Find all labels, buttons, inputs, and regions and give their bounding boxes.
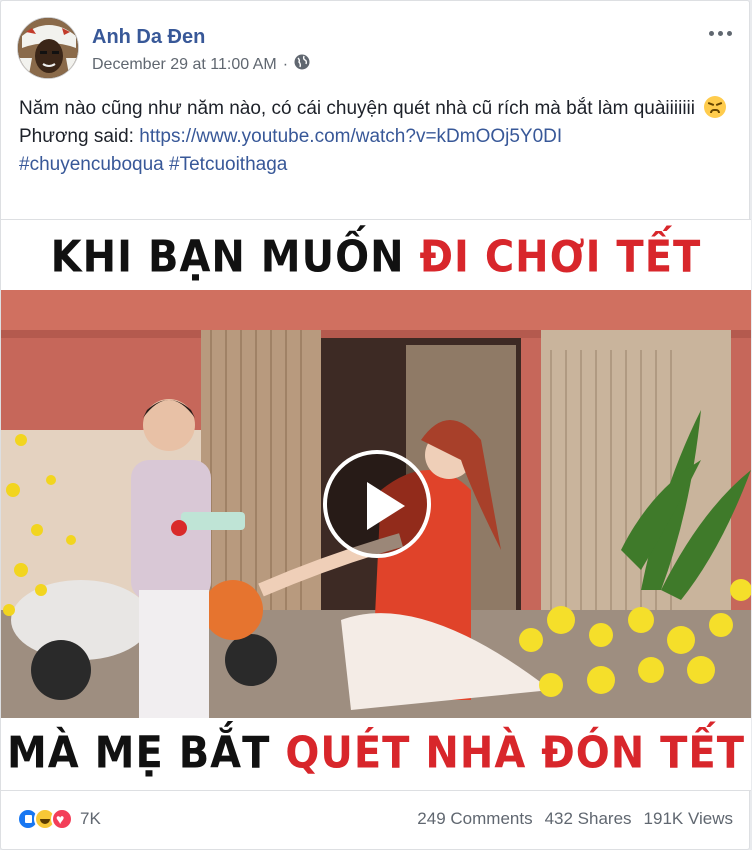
said-prefix: Phương said: [19,126,140,147]
caption-top-red: ĐI CHƠI TẾT [419,231,702,283]
comments-count[interactable]: 249 Comments [417,809,532,829]
post-header: Anh Da Đen December 29 at 11:00 AM · [17,17,737,83]
reaction-count[interactable]: 7K [80,809,101,829]
more-dot-icon [708,30,714,36]
video-player[interactable]: KHI BẠN MUỐN ĐI CHƠI TẾT MÀ MẸ BẮT QUÉT … [1,219,751,791]
more-options-button[interactable] [705,23,735,43]
post-meta: December 29 at 11:00 AM · [92,54,310,75]
author-name[interactable]: Anh Da Đen [92,26,205,49]
globe-icon [294,54,310,75]
post-card: Anh Da Đen December 29 at 11:00 AM · Năm… [0,0,751,850]
avatar[interactable] [17,17,79,79]
youtube-link[interactable]: https://www.youtube.com/watch?v=kDmOOj5Y… [139,126,562,147]
video-caption-bottom: MÀ MẸ BẮT QUÉT NHÀ ĐÓN TẾT [1,728,751,779]
caption-bottom-red: QUÉT NHÀ ĐÓN TẾT [285,727,746,779]
caption-top-black: KHI BẠN MUỐN [50,231,420,283]
tired-face-emoji-icon [704,96,727,118]
shares-count[interactable]: 432 Shares [545,809,632,829]
video-caption-top: KHI BẠN MUỐN ĐI CHƠI TẾT [1,232,751,283]
play-button[interactable] [323,450,431,558]
hashtag-link[interactable]: #Tetcuoithaga [169,154,287,175]
love-reaction-icon [51,808,73,830]
more-dot-icon [717,30,723,36]
views-count: 191K Views [643,809,733,828]
avatar-image [18,18,78,78]
post-timestamp[interactable]: December 29 at 11:00 AM [92,56,277,74]
post-footer: 7K 249 Comments 432 Shares 191K Views [17,801,733,837]
post-text: Năm nào cũng như năm nào, có cái chuyện … [19,95,734,179]
post-message: Năm nào cũng như năm nào, có cái chuyện … [19,98,695,119]
reactions-summary[interactable]: 7K [17,808,101,830]
caption-bottom-black: MÀ MẸ BẮT [6,727,286,779]
more-dot-icon [726,30,732,36]
hashtag-link[interactable]: #chuyencuboqua [19,154,164,175]
post-stats: 249 Comments 432 Shares 191K Views [417,809,733,829]
meta-separator: · [282,55,289,73]
